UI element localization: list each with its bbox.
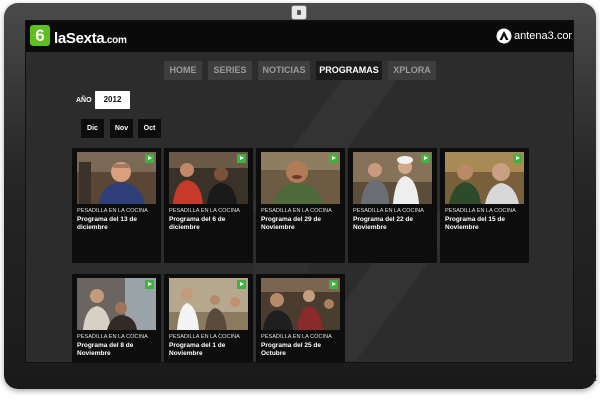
year-select[interactable]: 2012	[95, 91, 130, 109]
camera-icon	[291, 5, 307, 20]
month-nov-button[interactable]: Nov	[110, 119, 133, 138]
play-icon[interactable]	[145, 280, 154, 289]
episode-category: PESADILLA EN LA COCINA	[77, 334, 148, 340]
site-logo[interactable]: laSexta.com	[54, 30, 127, 47]
nav-home[interactable]: HOME	[164, 61, 202, 80]
episode-title[interactable]: Programa del 22 de Noviembre	[353, 216, 433, 231]
play-icon[interactable]	[421, 154, 430, 163]
episode-card[interactable]: PESADILLA EN LA COCINA Programa del 8 de…	[72, 274, 161, 362]
episode-thumbnail[interactable]	[77, 152, 156, 204]
episode-category: PESADILLA EN LA COCINA	[169, 334, 240, 340]
episode-card[interactable]: PESADILLA EN LA COCINA Programa del 13 d…	[72, 148, 161, 263]
episode-card[interactable]: PESADILLA EN LA COCINA Programa del 25 d…	[256, 274, 345, 362]
play-icon[interactable]	[513, 154, 522, 163]
episode-thumbnail[interactable]	[353, 152, 432, 204]
nav-xplora[interactable]: XPLORA	[388, 61, 436, 80]
logo-name: laSexta	[54, 30, 105, 47]
episode-title[interactable]: Programa del 29 de Noviembre	[261, 216, 341, 231]
episode-thumbnail[interactable]	[445, 152, 524, 204]
play-icon[interactable]	[237, 280, 246, 289]
episode-thumbnail[interactable]	[169, 152, 248, 204]
episode-card[interactable]: PESADILLA EN LA COCINA Programa del 22 d…	[348, 148, 437, 263]
episode-category: PESADILLA EN LA COCINA	[77, 208, 148, 214]
play-icon[interactable]	[329, 280, 338, 289]
episode-category: PESADILLA EN LA COCINA	[445, 208, 516, 214]
episode-category: PESADILLA EN LA COCINA	[169, 208, 240, 214]
top-header: 6 laSexta.com antena3.cor	[26, 21, 573, 52]
play-icon[interactable]	[329, 154, 338, 163]
antena3-icon[interactable]	[496, 28, 512, 44]
episode-card[interactable]: PESADILLA EN LA COCINA Programa del 6 de…	[164, 148, 253, 263]
episode-title[interactable]: Programa del 13 de diciembre	[77, 216, 157, 231]
episode-card[interactable]: PESADILLA EN LA COCINA Programa del 29 d…	[256, 148, 345, 263]
episode-thumbnail[interactable]	[77, 278, 156, 330]
episode-title[interactable]: Programa del 15 de Noviembre	[445, 216, 525, 231]
episode-thumbnail[interactable]	[261, 152, 340, 204]
episode-thumbnail[interactable]	[261, 278, 340, 330]
episode-title[interactable]: Programa del 1 de Noviembre	[169, 342, 249, 357]
tv-screen: 6 laSexta.com antena3.cor HOME SERIES NO…	[25, 20, 574, 363]
nav-programas[interactable]: PROGRAMAS	[316, 61, 382, 80]
nav-series[interactable]: SERIES	[208, 61, 252, 80]
episode-card[interactable]: PESADILLA EN LA COCINA Programa del 15 d…	[440, 148, 529, 263]
episode-title[interactable]: Programa del 6 de diciembre	[169, 216, 249, 231]
episode-title[interactable]: Programa del 25 de Octubre	[261, 342, 341, 357]
episode-title[interactable]: Programa del 8 de Noviembre	[77, 342, 157, 357]
partner-link[interactable]: antena3.cor	[514, 30, 572, 42]
episode-category: PESADILLA EN LA COCINA	[261, 208, 332, 214]
nav-noticias[interactable]: NOTICIAS	[258, 61, 310, 80]
lasexta-6-icon[interactable]: 6	[30, 25, 50, 46]
episode-thumbnail[interactable]	[169, 278, 248, 330]
play-icon[interactable]	[237, 154, 246, 163]
episode-card[interactable]: PESADILLA EN LA COCINA Programa del 1 de…	[164, 274, 253, 362]
episode-category: PESADILLA EN LA COCINA	[353, 208, 424, 214]
play-icon[interactable]	[145, 154, 154, 163]
month-oct-button[interactable]: Oct	[138, 119, 161, 138]
year-label: AÑO	[76, 97, 92, 104]
caption-text: javirecetas.com	[502, 370, 598, 384]
logo-suffix: .com	[104, 35, 127, 46]
episode-category: PESADILLA EN LA COCINA	[261, 334, 332, 340]
month-dic-button[interactable]: Dic	[81, 119, 104, 138]
